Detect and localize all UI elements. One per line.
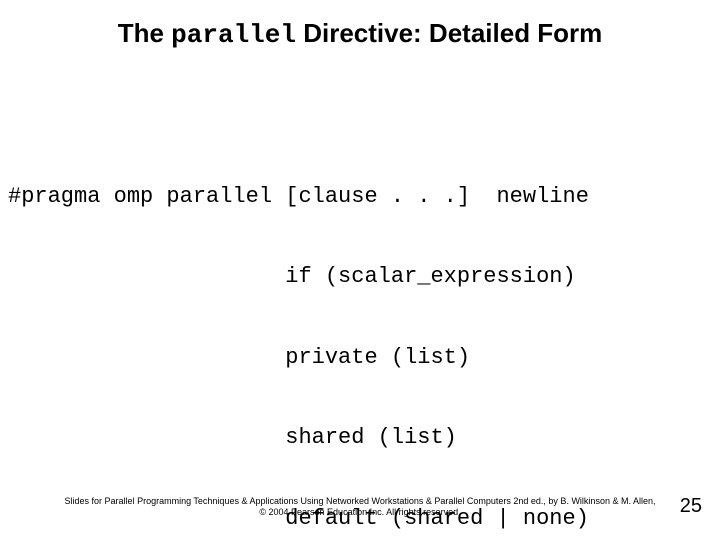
code-line-1: if (scalar_expression) <box>8 264 629 291</box>
code-line-2: private (list) <box>8 345 629 372</box>
title-post: Directive: Detailed Form <box>296 18 602 48</box>
footer-line-2: © 2004 Pearson Education Inc. All rights… <box>60 507 660 518</box>
title-mono: parallel <box>171 20 296 50</box>
code-line-3: shared (list) <box>8 425 629 452</box>
code-line-0: #pragma omp parallel [clause . . .] newl… <box>8 184 629 211</box>
slide-title: The parallel Directive: Detailed Form <box>0 18 720 50</box>
footer-line-1: Slides for Parallel Programming Techniqu… <box>60 496 660 507</box>
code-block: #pragma omp parallel [clause . . .] newl… <box>8 130 629 540</box>
title-pre: The <box>118 18 171 48</box>
slide: The parallel Directive: Detailed Form #p… <box>0 0 720 540</box>
page-number: 25 <box>680 495 702 518</box>
footer: Slides for Parallel Programming Techniqu… <box>60 496 660 519</box>
